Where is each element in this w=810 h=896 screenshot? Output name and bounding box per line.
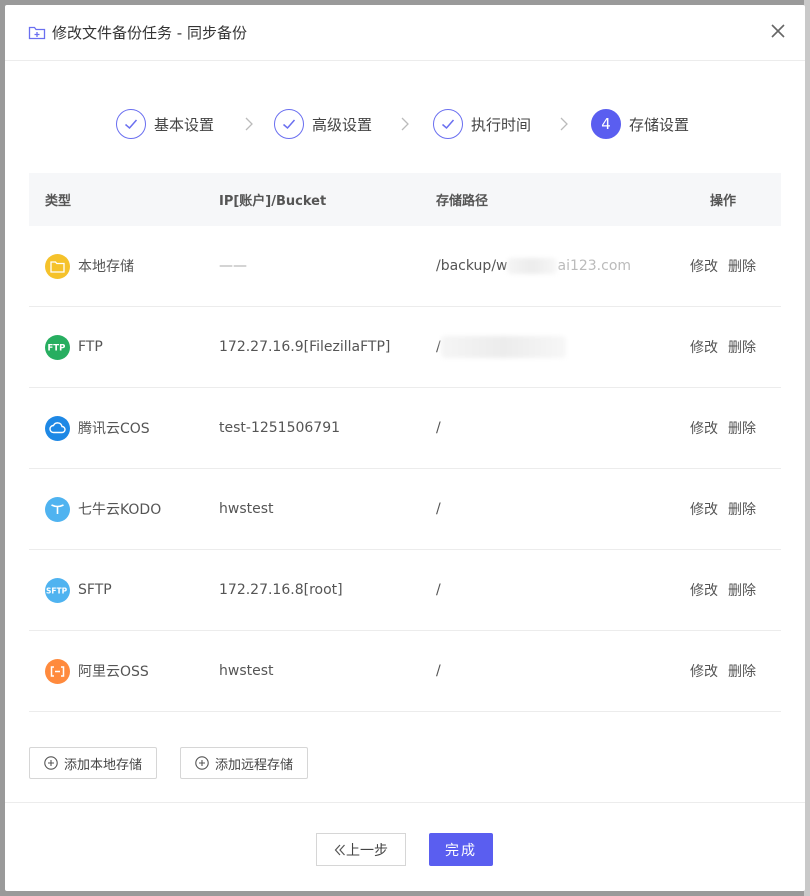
svg-text:SFTP: SFTP — [46, 587, 68, 596]
step-label: 高级设置 — [312, 115, 373, 134]
plus-circle-icon — [195, 756, 209, 770]
step-number: 4 — [591, 109, 621, 139]
delete-link[interactable]: 删除 — [728, 418, 756, 438]
ops-cell: 修改 删除 — [665, 256, 781, 276]
check-icon — [274, 109, 304, 139]
dialog-header: 修改文件备份任务 - 同步备份 — [5, 5, 805, 61]
table-row: 腾讯云COS test-1251506791 / 修改 删除 — [29, 388, 781, 469]
path-cell: / — [436, 582, 441, 598]
add-remote-label: 添加远程存储 — [215, 757, 294, 773]
table-row: 阿里云OSS hwstest / 修改 删除 — [29, 631, 781, 712]
path-cell: / — [436, 663, 441, 679]
step-storage-settings: 4 存储设置 — [591, 100, 689, 148]
sftp-icon: SFTP — [45, 577, 70, 603]
type-cell: 腾讯云COS — [29, 415, 203, 441]
type-label: 阿里云OSS — [78, 664, 149, 680]
type-label: 腾讯云COS — [78, 421, 150, 437]
table-row: SFTP SFTP 172.27.16.8[root] / 修改 删除 — [29, 550, 781, 631]
ip-cell: test-1251506791 — [219, 420, 341, 436]
check-icon — [116, 109, 146, 139]
edit-link[interactable]: 修改 — [690, 337, 718, 357]
ip-cell: hwstest — [219, 663, 274, 679]
dialog-footer: 上一步 完成 — [5, 802, 805, 891]
qiniu-icon — [45, 496, 70, 522]
edit-link[interactable]: 修改 — [690, 418, 718, 438]
table-row: FTP FTP 172.27.16.9[FilezillaFTP] / 修改 删… — [29, 307, 781, 388]
chevron-right-icon — [245, 117, 253, 131]
finish-button[interactable]: 完成 — [429, 833, 493, 866]
type-cell: 七牛云KODO — [29, 496, 203, 522]
path-value: /backup/w — [436, 258, 508, 274]
previous-step-label: 上一步 — [346, 842, 388, 859]
redacted-text — [507, 258, 558, 274]
previous-step-button[interactable]: 上一步 — [316, 833, 406, 866]
check-icon — [433, 109, 463, 139]
type-label: FTP — [78, 339, 103, 355]
ops-cell: 修改 删除 — [665, 418, 781, 438]
type-label: 本地存储 — [78, 259, 134, 275]
ip-cell: 172.27.16.9[FilezillaFTP] — [219, 339, 391, 355]
type-cell: FTP FTP — [29, 334, 203, 360]
ip-cell: 172.27.16.8[root] — [219, 582, 343, 598]
delete-link[interactable]: 删除 — [728, 256, 756, 276]
path-cell: / — [420, 336, 665, 358]
path-cell: /backup/w ai123.com — [420, 258, 665, 274]
ops-cell: 修改 删除 — [665, 580, 781, 600]
folder-icon — [45, 253, 70, 279]
table-row: 本地存储 —— /backup/w ai123.com 修改 删除 — [29, 226, 781, 307]
delete-link[interactable]: 删除 — [728, 661, 756, 681]
delete-link[interactable]: 删除 — [728, 337, 756, 357]
edit-backup-task-dialog: 修改文件备份任务 - 同步备份 基本设置 高级设置 执行时间 4 存储设置 类型… — [5, 5, 805, 891]
type-cell: SFTP SFTP — [29, 577, 203, 603]
dialog-title: 修改文件备份任务 - 同步备份 — [52, 24, 247, 42]
step-progress: 基本设置 高级设置 执行时间 4 存储设置 — [5, 100, 805, 148]
header-path: 存储路径 — [436, 194, 489, 209]
type-cell: 阿里云OSS — [29, 658, 203, 684]
step-advanced-settings: 高级设置 — [274, 100, 372, 148]
edit-link[interactable]: 修改 — [690, 580, 718, 600]
ip-cell: —— — [219, 258, 247, 274]
path-tail: ai123.com — [557, 258, 632, 274]
cloud-icon — [45, 415, 70, 441]
delete-link[interactable]: 删除 — [728, 499, 756, 519]
chevron-right-icon — [401, 117, 409, 131]
redacted-text — [440, 336, 566, 358]
double-chevron-left-icon — [334, 844, 345, 855]
path-cell: / — [436, 501, 441, 517]
delete-link[interactable]: 删除 — [728, 580, 756, 600]
ops-cell: 修改 删除 — [665, 499, 781, 519]
aliyun-icon — [45, 658, 70, 684]
step-basic-settings: 基本设置 — [116, 100, 214, 148]
edit-link[interactable]: 修改 — [690, 256, 718, 276]
plus-circle-icon — [44, 756, 58, 770]
header-ops: 操作 — [709, 194, 736, 209]
type-label: 七牛云KODO — [78, 502, 162, 518]
ops-cell: 修改 删除 — [665, 337, 781, 357]
storage-table: 类型 IP[账户]/Bucket 存储路径 操作 本地存储 —— /backup… — [29, 173, 781, 712]
step-label: 执行时间 — [471, 115, 532, 134]
step-label: 存储设置 — [629, 115, 690, 134]
ip-cell: hwstest — [219, 501, 274, 517]
folder-plus-icon — [28, 26, 46, 40]
add-storage-actions: 添加本地存储 添加远程存储 — [29, 747, 331, 779]
header-type: 类型 — [45, 194, 72, 209]
type-cell: 本地存储 — [29, 253, 203, 279]
edit-link[interactable]: 修改 — [690, 499, 718, 519]
add-local-label: 添加本地存储 — [64, 757, 143, 773]
path-cell: / — [436, 420, 441, 436]
step-execution-time: 执行时间 — [433, 100, 531, 148]
close-icon[interactable] — [767, 20, 789, 42]
edit-link[interactable]: 修改 — [690, 661, 718, 681]
chevron-right-icon — [560, 117, 568, 131]
ftp-icon: FTP — [45, 334, 70, 360]
step-label: 基本设置 — [154, 115, 215, 134]
table-header: 类型 IP[账户]/Bucket 存储路径 操作 — [29, 173, 781, 226]
table-row: 七牛云KODO hwstest / 修改 删除 — [29, 469, 781, 550]
add-local-storage-button[interactable]: 添加本地存储 — [29, 747, 158, 779]
ops-cell: 修改 删除 — [665, 661, 781, 681]
type-label: SFTP — [78, 582, 112, 598]
add-remote-storage-button[interactable]: 添加远程存储 — [180, 747, 309, 779]
svg-text:FTP: FTP — [48, 344, 66, 353]
header-ip: IP[账户]/Bucket — [219, 194, 327, 209]
